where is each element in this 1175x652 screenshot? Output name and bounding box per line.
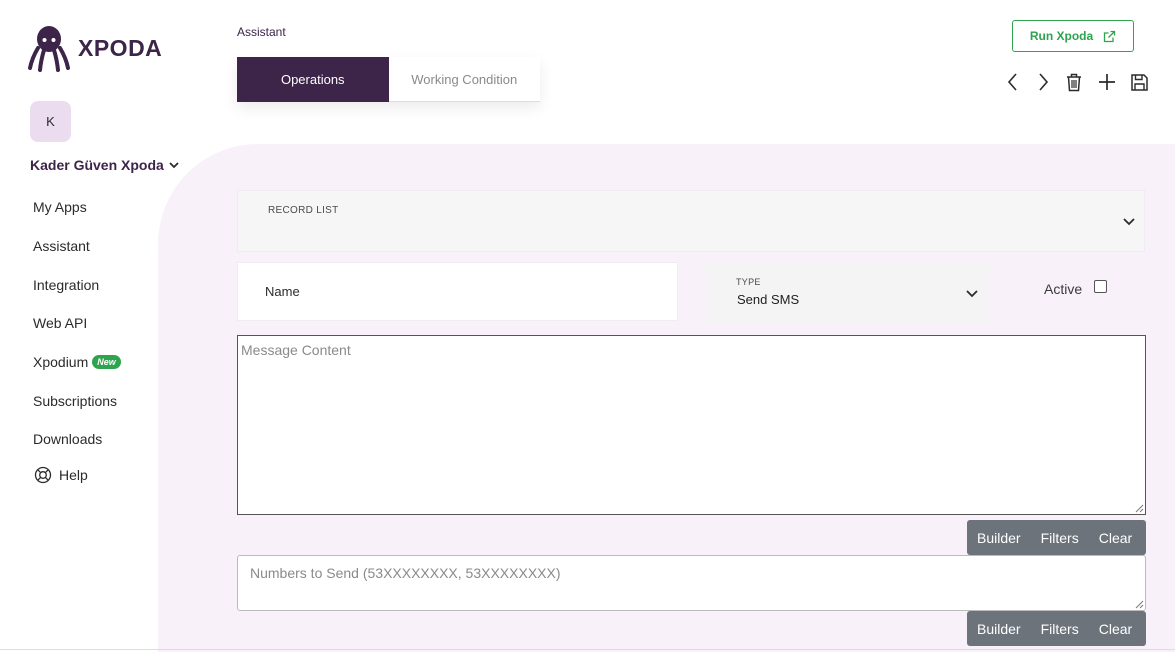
user-menu[interactable]: Kader Güven Xpoda <box>30 157 180 173</box>
numbers-placeholder: Numbers to Send (53XXXXXXXX, 53XXXXXXXX) <box>250 565 561 581</box>
record-toolbar <box>996 68 1156 96</box>
add-button[interactable] <box>1090 68 1123 96</box>
resize-grip-icon[interactable] <box>1134 599 1144 609</box>
save-button[interactable] <box>1123 68 1156 96</box>
tab-bar: Operations Working Condition <box>237 57 540 102</box>
external-link-icon <box>1104 30 1116 42</box>
message-content-textarea[interactable]: Message Content <box>237 335 1146 515</box>
chevron-down-icon <box>966 290 978 298</box>
new-badge: New <box>92 355 121 370</box>
sidebar-item-integration[interactable]: Integration <box>33 265 121 304</box>
sidebar-item-label: Downloads <box>33 431 103 448</box>
octopus-logo-icon <box>28 26 70 72</box>
sidebar-nav: My Apps Assistant Integration Web API Xp… <box>33 188 121 459</box>
builder-button[interactable]: Builder <box>967 520 1031 555</box>
trash-icon <box>1066 73 1081 92</box>
next-button[interactable] <box>1029 68 1057 96</box>
sidebar-item-xpodium[interactable]: Xpodium New <box>33 343 121 382</box>
sidebar-item-subscriptions[interactable]: Subscriptions <box>33 381 121 420</box>
clear-button[interactable]: Clear <box>1089 520 1142 555</box>
tab-operations[interactable]: Operations <box>237 57 389 102</box>
sidebar-item-my-apps[interactable]: My Apps <box>33 188 121 227</box>
chevron-right-icon <box>1039 73 1049 91</box>
record-list-label: RECORD LIST <box>268 205 339 216</box>
chevron-down-icon <box>1123 218 1135 226</box>
divider <box>0 649 1175 650</box>
sidebar-item-web-api[interactable]: Web API <box>33 304 121 343</box>
previous-button[interactable] <box>996 68 1029 96</box>
builder-button[interactable]: Builder <box>967 611 1031 646</box>
avatar[interactable]: K <box>30 101 71 142</box>
record-list-select[interactable]: RECORD LIST <box>237 190 1145 252</box>
filters-button[interactable]: Filters <box>1031 611 1089 646</box>
avatar-initial: K <box>46 114 55 129</box>
run-xpoda-label: Run Xpoda <box>1029 29 1094 43</box>
sidebar-item-label: Assistant <box>33 238 90 255</box>
sidebar-item-label: Xpodium <box>33 354 89 371</box>
app-logo[interactable]: XPODA <box>28 24 162 72</box>
sidebar-item-label: Subscriptions <box>33 392 118 409</box>
type-select[interactable]: TYPE Send SMS <box>706 263 989 324</box>
name-input[interactable]: Name <box>237 262 678 321</box>
sidebar-item-label: Web API <box>33 315 88 332</box>
active-toggle: Active <box>1044 279 1108 297</box>
message-placeholder: Message Content <box>241 342 351 358</box>
numbers-action-group: Builder Filters Clear <box>967 611 1146 646</box>
run-xpoda-button[interactable]: Run Xpoda <box>1012 20 1134 52</box>
sidebar-item-downloads[interactable]: Downloads <box>33 420 121 459</box>
active-checkbox[interactable] <box>1094 279 1108 293</box>
tab-working-condition[interactable]: Working Condition <box>388 57 540 102</box>
type-value: Send SMS <box>737 292 800 307</box>
message-action-group: Builder Filters Clear <box>967 520 1146 555</box>
help-link[interactable]: Help <box>34 466 88 484</box>
active-label: Active <box>1044 281 1083 297</box>
lifebuoy-icon <box>34 466 52 484</box>
user-name: Kader Güven Xpoda <box>30 157 164 173</box>
numbers-to-send-textarea[interactable]: Numbers to Send (53XXXXXXXX, 53XXXXXXXX) <box>237 555 1146 611</box>
type-label: TYPE <box>736 277 761 287</box>
breadcrumb: Assistant <box>237 25 286 39</box>
sidebar-item-label: My Apps <box>33 199 87 216</box>
help-label: Help <box>59 467 88 483</box>
sidebar-item-label: Integration <box>33 276 100 293</box>
chevron-left-icon <box>1007 73 1017 91</box>
sidebar-item-assistant[interactable]: Assistant <box>33 227 121 266</box>
plus-icon <box>1098 74 1115 90</box>
filters-button[interactable]: Filters <box>1031 520 1089 555</box>
save-icon <box>1131 73 1148 91</box>
resize-grip-icon[interactable] <box>1134 503 1144 513</box>
clear-button[interactable]: Clear <box>1089 611 1142 646</box>
chevron-down-icon <box>169 162 179 169</box>
delete-button[interactable] <box>1057 68 1090 96</box>
logo-text: XPODA <box>78 34 163 61</box>
